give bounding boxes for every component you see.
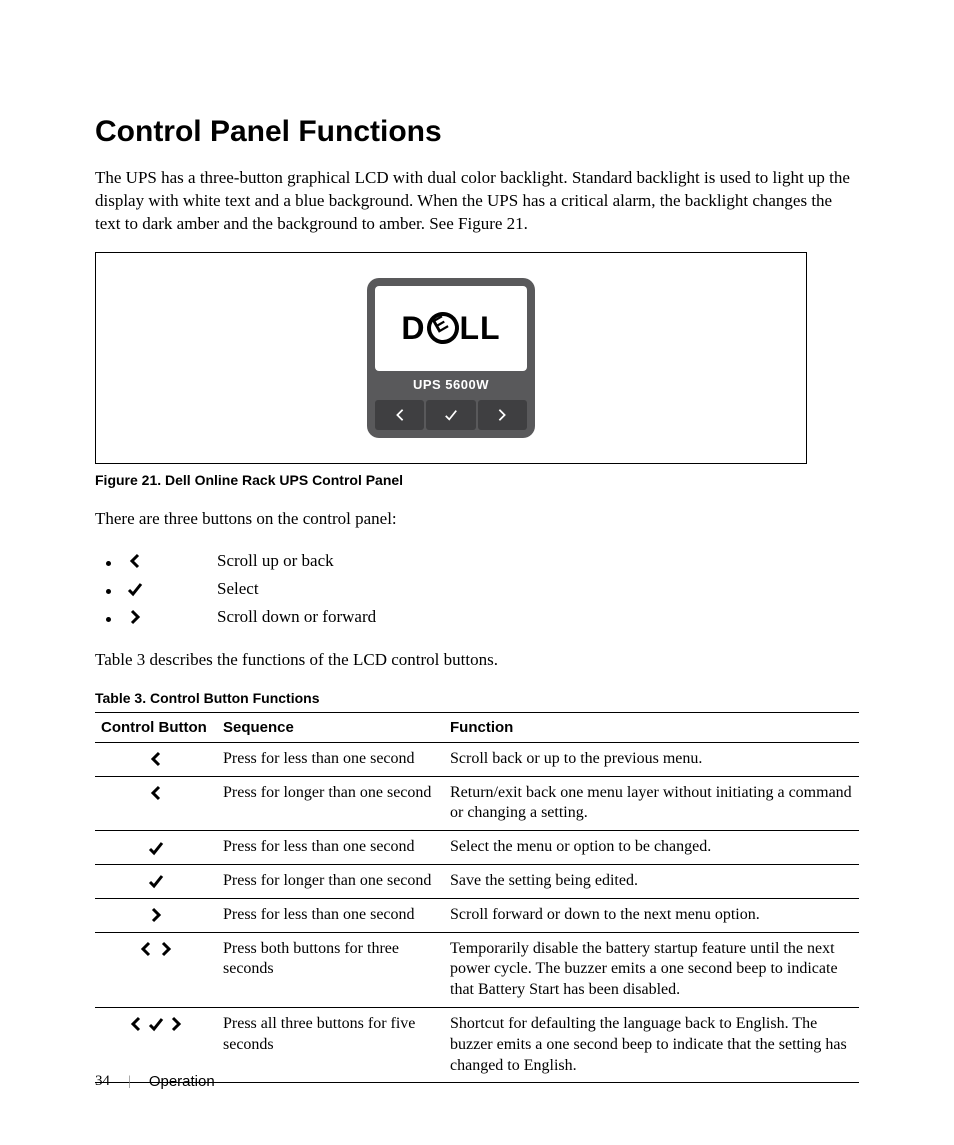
table-row: Press both buttons for three secondsTemp… (95, 932, 859, 1007)
panel-button-select (426, 400, 475, 430)
chevron-left-icon (127, 553, 217, 569)
sequence-cell: Press for longer than one second (217, 865, 444, 899)
check-icon (148, 873, 164, 889)
table-caption: Table 3. Control Button Functions (95, 690, 859, 706)
control-button-cell (95, 865, 217, 899)
list-label: Scroll down or forward (217, 603, 376, 631)
control-button-cell (95, 898, 217, 932)
list-label: Select (217, 575, 259, 603)
panel-button-left (375, 400, 424, 430)
function-cell: Scroll forward or down to the next menu … (444, 898, 859, 932)
sequence-cell: Press for less than one second (217, 898, 444, 932)
page-heading: Control Panel Functions (95, 115, 859, 149)
function-cell: Return/exit back one menu layer without … (444, 776, 859, 831)
chevron-left-icon (148, 785, 164, 801)
table-header: Function (444, 712, 859, 742)
table-row: Press for longer than one secondReturn/e… (95, 776, 859, 831)
table-intro: Table 3 describes the functions of the L… (95, 649, 859, 672)
chevron-left-icon (138, 941, 154, 957)
dell-logo: DELL (401, 310, 500, 347)
function-cell: Select the menu or option to be changed. (444, 831, 859, 865)
chevron-right-icon (158, 941, 174, 957)
table-row: Press for longer than one secondSave the… (95, 865, 859, 899)
sequence-cell: Press for less than one second (217, 742, 444, 776)
table-row: Press for less than one secondSelect the… (95, 831, 859, 865)
function-cell: Shortcut for defaulting the language bac… (444, 1008, 859, 1083)
function-cell: Scroll back or up to the previous menu. (444, 742, 859, 776)
footer-separator: | (128, 1074, 131, 1090)
chevron-left-icon (128, 1016, 144, 1032)
control-button-cell (95, 831, 217, 865)
page-number: 34 (95, 1073, 110, 1090)
ups-control-panel: DELL UPS 5600W (367, 278, 535, 438)
check-icon (148, 1016, 164, 1032)
list-item: Scroll up or back (123, 547, 859, 575)
chevron-right-icon (127, 609, 217, 625)
control-button-functions-table: Control Button Sequence Function Press f… (95, 712, 859, 1084)
buttons-intro: There are three buttons on the control p… (95, 508, 859, 531)
function-cell: Temporarily disable the battery startup … (444, 932, 859, 1007)
chevron-right-icon (168, 1016, 184, 1032)
control-button-cell (95, 742, 217, 776)
list-item: Select (123, 575, 859, 603)
check-icon (127, 581, 217, 597)
list-label: Scroll up or back (217, 547, 334, 575)
chevron-right-icon (148, 907, 164, 923)
list-item: Scroll down or forward (123, 603, 859, 631)
panel-model-label: UPS 5600W (375, 377, 527, 392)
footer-section: Operation (149, 1073, 215, 1090)
sequence-cell: Press for longer than one second (217, 776, 444, 831)
figure-21-box: DELL UPS 5600W (95, 252, 807, 464)
chevron-left-icon (148, 751, 164, 767)
intro-paragraph: The UPS has a three-button graphical LCD… (95, 167, 859, 236)
table-header: Sequence (217, 712, 444, 742)
figure-caption: Figure 21. Dell Online Rack UPS Control … (95, 472, 859, 488)
sequence-cell: Press all three buttons for five seconds (217, 1008, 444, 1083)
button-definition-list: Scroll up or back Select Scroll down or … (123, 547, 859, 631)
table-row: Press for less than one secondScroll for… (95, 898, 859, 932)
sequence-cell: Press for less than one second (217, 831, 444, 865)
panel-button-right (478, 400, 527, 430)
check-icon (148, 840, 164, 856)
control-button-cell (95, 1008, 217, 1083)
table-row: Press for less than one secondScroll bac… (95, 742, 859, 776)
sequence-cell: Press both buttons for three seconds (217, 932, 444, 1007)
control-button-cell (95, 932, 217, 1007)
panel-lcd-screen: DELL (375, 286, 527, 371)
table-header: Control Button (95, 712, 217, 742)
page-footer: 34 | Operation (95, 1073, 215, 1090)
function-cell: Save the setting being edited. (444, 865, 859, 899)
control-button-cell (95, 776, 217, 831)
table-row: Press all three buttons for five seconds… (95, 1008, 859, 1083)
